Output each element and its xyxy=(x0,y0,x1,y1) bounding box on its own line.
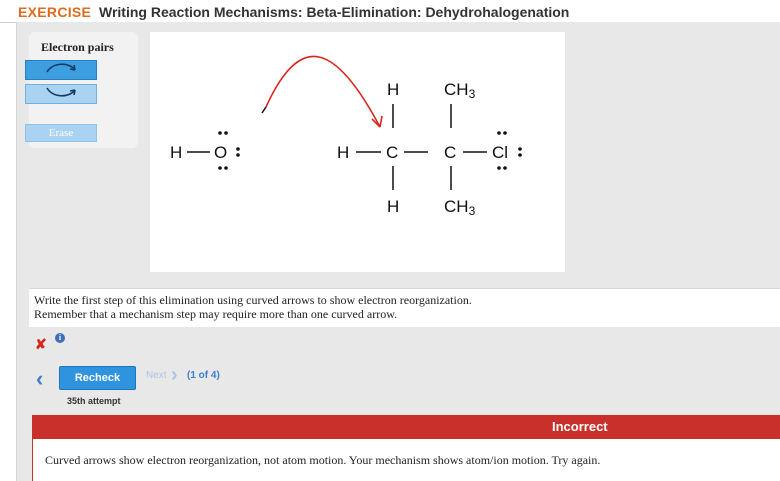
x-mark-icon: ✘ xyxy=(35,336,47,352)
atom-ch3-bottom: CH3 xyxy=(444,197,476,218)
feedback-heading: Incorrect xyxy=(552,419,608,434)
next-chevron-icon[interactable]: › xyxy=(171,364,178,387)
atom-c1: C xyxy=(386,143,398,162)
exercise-title: Writing Reaction Mechanisms: Beta-Elimin… xyxy=(99,4,570,20)
exercise-label: EXERCISE xyxy=(18,4,92,20)
atom-ch3-top: CH3 xyxy=(444,80,476,101)
curved-arrow[interactable] xyxy=(265,55,383,128)
curved-arrow-alt-tool-button[interactable] xyxy=(25,84,97,104)
atom-h-hydroxide: H xyxy=(170,143,182,162)
atom-cl: Cl xyxy=(492,143,508,162)
instructions-line-1: Write the first step of this elimination… xyxy=(34,293,472,307)
atom-h-c1-left: H xyxy=(337,143,349,162)
atom-o-hydroxide: O xyxy=(214,143,227,162)
atom-h-c1-bottom: H xyxy=(387,197,399,216)
feedback-message: Curved arrows show electron reorganizati… xyxy=(45,453,601,467)
exercise-header: EXERCISE Writing Reaction Mechanisms: Be… xyxy=(0,0,780,23)
feedback-header: Incorrect xyxy=(32,415,780,439)
attempt-count: 35th attempt xyxy=(67,396,121,406)
next-button[interactable]: Next xyxy=(146,370,167,381)
drawing-canvas[interactable]: H O H H C H CH3 C CH3 Cl xyxy=(150,32,565,272)
feedback-body: Curved arrows show electron reorganizati… xyxy=(32,439,780,481)
step-counter: (1 of 4) xyxy=(187,370,220,381)
arrow-clockwise-icon xyxy=(41,60,81,81)
arrow-tail-marker xyxy=(261,106,267,114)
back-chevron-icon[interactable]: ‹ xyxy=(36,366,43,392)
atom-h-c1-top: H xyxy=(387,80,399,99)
arrow-counterclockwise-icon xyxy=(41,84,81,105)
curved-arrow-tool-button[interactable] xyxy=(25,60,97,80)
instructions-box: Write the first step of this elimination… xyxy=(29,288,780,327)
instructions-line-2: Remember that a mechanism step may requi… xyxy=(34,307,398,321)
info-icon[interactable]: i xyxy=(55,333,65,343)
erase-button[interactable]: Erase xyxy=(25,124,97,142)
toolbox-title: Electron pairs xyxy=(41,40,114,54)
atom-c2: C xyxy=(444,143,456,162)
molecule-drawing[interactable]: H O H H C H CH3 C CH3 Cl xyxy=(150,32,565,272)
recheck-button[interactable]: Recheck xyxy=(59,366,136,390)
